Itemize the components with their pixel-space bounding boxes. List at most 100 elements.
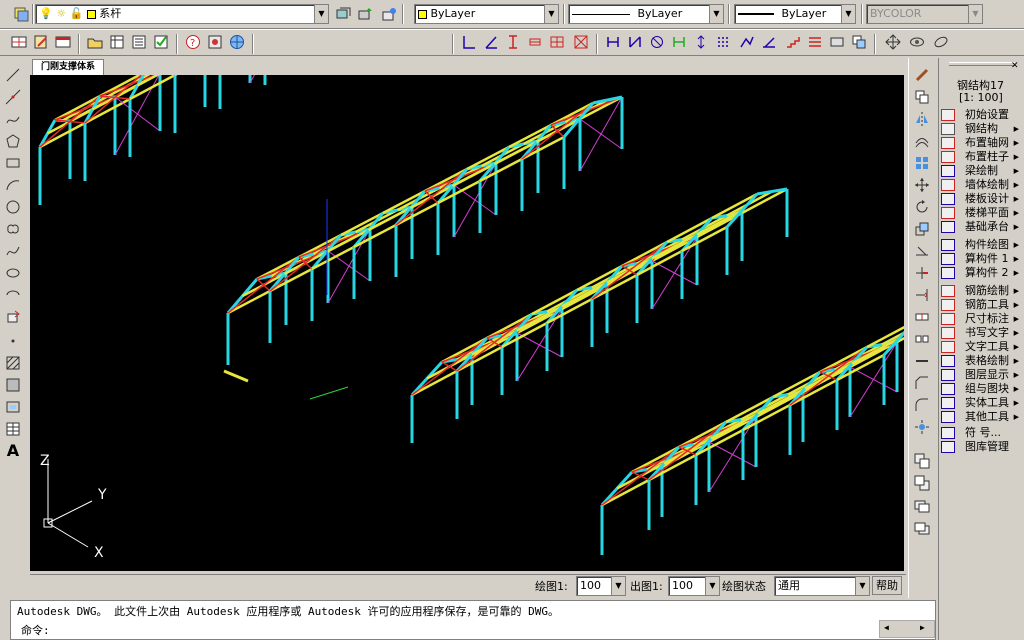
plotstyle-dropdown[interactable]: BYCOLOR ▼ [866, 4, 983, 24]
arc-icon[interactable] [4, 176, 22, 194]
scroll-right-icon[interactable]: ▶ [920, 623, 925, 632]
tab-drawing[interactable]: 门刚支撑体系 [32, 59, 105, 75]
stretch-icon[interactable] [913, 242, 931, 260]
menu-item[interactable]: 钢筋工具 ▶ [941, 298, 1021, 312]
chevron-down-icon[interactable]: ▼ [709, 5, 723, 23]
command-window[interactable]: Autodesk DWG。 此文件上次由 Autodesk 应用程序或 Auto… [10, 600, 936, 640]
dots-grid-icon[interactable] [714, 33, 732, 51]
copy-icon[interactable] [913, 88, 931, 106]
offset-icon[interactable] [913, 132, 931, 150]
help-icon[interactable]: ? [184, 33, 202, 51]
menu-item[interactable]: 楼板设计 ▶ [941, 192, 1021, 206]
insert-icon[interactable] [850, 33, 868, 51]
draw-scale-select[interactable]: 100 ▼ [576, 576, 626, 596]
region-icon[interactable] [4, 398, 22, 416]
plot-scale-select[interactable]: 100 ▼ [668, 576, 720, 596]
window-icon[interactable] [54, 33, 72, 51]
help-button[interactable]: 帮助 [872, 576, 902, 595]
menu-item[interactable]: 图库管理 [941, 440, 1021, 454]
menu-item[interactable]: 钢筋绘制 ▶ [941, 284, 1021, 298]
chevron-down-icon[interactable]: ▼ [314, 5, 328, 23]
rotate-icon[interactable] [913, 198, 931, 216]
table-tool-icon[interactable] [4, 420, 22, 438]
table-icon[interactable] [108, 33, 126, 51]
chevron-down-icon[interactable]: ▼ [705, 577, 719, 595]
menu-item[interactable]: 楼梯平面 ▶ [941, 206, 1021, 220]
circle-cross-icon[interactable] [648, 33, 666, 51]
menu-item[interactable]: 初始设置 [941, 108, 1021, 122]
rebar-h-icon[interactable] [670, 33, 688, 51]
globe-icon[interactable] [228, 33, 246, 51]
chevron-down-icon[interactable]: ▼ [544, 5, 558, 23]
layer-manager-icon[interactable] [12, 5, 30, 23]
roof-bracing[interactable] [54, 96, 116, 121]
arrow-vertical-icon[interactable] [692, 33, 710, 51]
lineweight-dropdown[interactable]: ByLayer ▼ [734, 4, 856, 24]
menu-item[interactable]: 算构件 2 ▶ [941, 266, 1021, 280]
make-layer-current-icon[interactable] [334, 5, 352, 23]
polyline-icon[interactable] [738, 33, 756, 51]
stacked-lines-icon[interactable] [806, 33, 824, 51]
dim-linear-icon[interactable] [460, 33, 478, 51]
fillet-icon[interactable] [913, 396, 931, 414]
chevron-down-icon[interactable]: ▼ [611, 577, 625, 595]
command-prompt[interactable]: 命令: [21, 622, 50, 638]
layer-previous-icon[interactable] [356, 5, 374, 23]
model-viewport[interactable] [30, 75, 904, 571]
scroll-left-icon[interactable]: ◀ [884, 623, 889, 632]
mtext-icon[interactable]: A [4, 442, 22, 460]
mirror-icon[interactable] [913, 110, 931, 128]
menu-item[interactable]: 构件绘图 ▶ [941, 238, 1021, 252]
wall-tie[interactable] [114, 96, 161, 132]
draworder-above-icon[interactable] [913, 496, 931, 514]
wall-tie[interactable] [249, 75, 295, 84]
settings-icon[interactable] [206, 33, 224, 51]
draw-state-select[interactable]: 通用 ▼ [774, 576, 870, 596]
line-icon[interactable] [4, 66, 22, 84]
open-folder-icon[interactable] [86, 33, 104, 51]
scale-icon[interactable] [913, 220, 931, 238]
command-scrollbar[interactable]: ◀ ▶ [879, 620, 935, 638]
move-icon[interactable] [913, 176, 931, 194]
rectangle-icon[interactable] [4, 154, 22, 172]
draworder-under-icon[interactable] [913, 518, 931, 536]
block-icon[interactable] [828, 33, 846, 51]
close-icon[interactable]: ✕ [1011, 61, 1019, 71]
extend-icon[interactable] [913, 286, 931, 304]
stray-member[interactable] [309, 386, 349, 400]
layer-dropdown[interactable]: 💡 ☼ 🔓 系杆 ▼ [35, 4, 329, 24]
panel-grip[interactable] [949, 62, 1015, 66]
menu-item[interactable]: 尺寸标注 ▶ [941, 312, 1021, 326]
menu-item[interactable]: 文字工具 ▶ [941, 340, 1021, 354]
draworder-front-icon[interactable] [913, 452, 931, 470]
wall-tie[interactable] [579, 118, 623, 150]
erase-icon[interactable] [913, 66, 931, 84]
gradient-icon[interactable] [4, 376, 22, 394]
menu-item[interactable]: 算构件 1 ▶ [941, 252, 1021, 266]
color-dropdown[interactable]: ByLayer ▼ [414, 4, 559, 24]
menu-item[interactable]: 梁绘制 ▶ [941, 164, 1021, 178]
menu-item[interactable]: 基础承台 ▶ [941, 220, 1021, 234]
layer-state-icon[interactable] [380, 5, 398, 23]
free-orbit-icon[interactable] [932, 33, 950, 51]
beam-icon[interactable] [526, 33, 544, 51]
bracing-icon[interactable] [572, 33, 590, 51]
rebar-icon[interactable] [604, 33, 622, 51]
ellipse-icon[interactable] [4, 264, 22, 282]
chamfer-icon[interactable] [913, 374, 931, 392]
frame-icon[interactable] [548, 33, 566, 51]
orbit-icon[interactable] [908, 33, 926, 51]
point-icon[interactable] [4, 332, 22, 350]
insert-block-icon[interactable] [4, 308, 22, 326]
menu-item[interactable]: 符 号... [941, 426, 1021, 440]
ellipse-arc-icon[interactable] [4, 286, 22, 304]
xline-icon[interactable] [4, 88, 22, 106]
break-point-icon[interactable] [913, 308, 931, 326]
trim-icon[interactable] [913, 264, 931, 282]
wall-tie[interactable] [453, 184, 497, 216]
column-icon[interactable] [504, 33, 522, 51]
revcloud-icon[interactable] [4, 220, 22, 238]
stray-member[interactable] [223, 369, 249, 383]
array-icon[interactable] [913, 154, 931, 172]
explode-icon[interactable] [913, 418, 931, 436]
